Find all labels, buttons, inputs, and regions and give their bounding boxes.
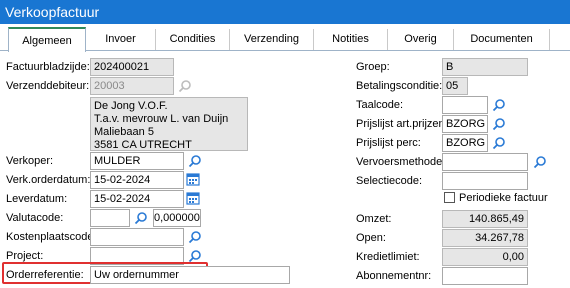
groep-field: B [442,58,528,76]
address-block: De Jong V.O.F. T.a.v. mevrouw L. van Dui… [90,97,248,151]
taalcode-label: Taalcode: [356,99,404,111]
search-icon[interactable] [188,230,202,244]
valutacode-field[interactable] [90,209,130,227]
search-icon[interactable] [178,79,192,93]
verk-orderdatum-label: Verk.orderdatum: [6,174,91,186]
address-line: 3581 CA UTRECHT [94,139,192,151]
verkoper-field[interactable]: MULDER [90,152,184,170]
calendar-icon[interactable] [186,172,200,186]
leverdatum-field[interactable]: 15-02-2024 [90,190,184,208]
abonnementnr-field[interactable] [442,267,528,285]
vervoersmethode-label: Vervoersmethode: [356,156,446,168]
prijslijst-art-label: Prijslijst art.prijzen: [356,118,448,130]
periodieke-factuur-label: Periodieke factuur [459,192,548,204]
verzenddebiteur-label: Verzenddebiteur: [6,80,90,92]
prijslijst-perc-label: Prijslijst perc: [356,137,421,149]
address-line: De Jong V.O.F. [94,100,168,112]
project-label: Project: [6,250,44,262]
kredietlimiet-field: 0,00 [442,248,528,266]
verk-orderdatum-field[interactable]: 15-02-2024 [90,171,184,189]
abonnementnr-label: Abonnementnr: [356,270,432,282]
search-icon[interactable] [188,249,202,263]
vervoersmethode-field[interactable] [442,153,528,171]
tab-invoer[interactable]: Invoer [86,29,156,50]
tab-overig[interactable]: Overig [388,29,454,50]
groep-label: Groep: [356,61,390,73]
open-field: 34.267,78 [442,229,528,247]
tab-condities[interactable]: Condities [156,29,230,50]
taalcode-field[interactable] [442,96,488,114]
search-icon[interactable] [492,136,506,150]
kostenplaatscode-field[interactable] [90,228,184,246]
exchange-rate-field[interactable]: 0,000000 [153,209,201,227]
tab-notities[interactable]: Notities [314,29,388,50]
selectiecode-label: Selectiecode: [356,175,423,187]
prijslijst-perc-field[interactable]: BZORG [442,134,488,152]
valutacode-label: Valutacode: [6,212,64,224]
selectiecode-field[interactable] [442,172,528,190]
tab-documenten[interactable]: Documenten [454,29,550,50]
factuurbladzijde-field: 202400021 [90,58,174,76]
factuurbladzijde-label: Factuurbladzijde: [6,61,90,73]
verzenddebiteur-field: 20003 [90,77,174,95]
periodieke-factuur-checkbox[interactable] [444,192,455,203]
open-label: Open: [356,232,386,244]
prijslijst-art-field[interactable]: BZORG [442,115,488,133]
betalingsconditie-label: Betalingsconditie: [356,80,443,92]
search-icon[interactable] [533,155,547,169]
calendar-icon[interactable] [186,191,200,205]
orderreferentie-label: Orderreferentie: [6,269,84,281]
address-line: Maliebaan 5 [94,126,154,138]
kredietlimiet-label: Kredietlimiet: [356,251,420,263]
orderreferentie-field[interactable]: Uw ordernummer [90,266,290,284]
address-line: T.a.v. mevrouw L. van Duijn [94,113,229,125]
search-icon[interactable] [134,211,148,225]
tab-verzending[interactable]: Verzending [230,29,314,50]
search-icon[interactable] [492,98,506,112]
tab-algemeen[interactable]: Algemeen [8,27,86,52]
search-icon[interactable] [188,154,202,168]
kostenplaatscode-label: Kostenplaatscode: [6,231,97,243]
verkoper-label: Verkoper: [6,155,54,167]
omzet-field: 140.865,49 [442,210,528,228]
betalingsconditie-field: 05 [442,77,468,95]
omzet-label: Omzet: [356,213,392,225]
window-title: Verkoopfactuur [0,0,570,24]
leverdatum-label: Leverdatum: [6,193,68,205]
search-icon[interactable] [492,117,506,131]
